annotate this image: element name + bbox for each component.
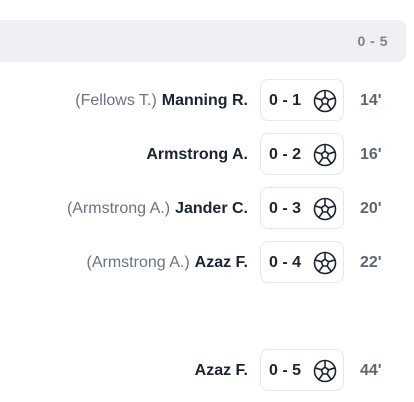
goal-minute: 22': [360, 254, 382, 271]
goal-score: 0 - 4: [269, 254, 302, 271]
goal-players: (Armstrong A.) Azaz F.: [87, 253, 248, 273]
assist-player[interactable]: (Fellows T.): [75, 92, 157, 109]
period-header: 0 - 5: [0, 20, 406, 62]
scorer-player[interactable]: Azaz F.: [195, 362, 248, 379]
goal-event-row: (Armstrong A.) Azaz F. 0 - 4 22': [0, 241, 414, 285]
goal-score-badge: 0 - 5: [260, 349, 344, 391]
goal-minute: 44': [360, 362, 382, 379]
goal-players: (Armstrong A.) Jander C.: [67, 199, 248, 219]
scorer-player[interactable]: Armstrong A.: [146, 146, 248, 163]
goal-event-row: Armstrong A. 0 - 2 16': [0, 133, 414, 177]
soccer-ball-icon: [313, 89, 337, 113]
goal-score-badge: 0 - 1: [260, 79, 344, 121]
goal-players: (Fellows T.) Manning R.: [75, 91, 248, 111]
goal-event-row: (Fellows T.) Manning R. 0 - 1 14': [0, 79, 414, 123]
soccer-ball-icon: [313, 359, 337, 383]
goal-score: 0 - 3: [269, 200, 302, 217]
goal-score: 0 - 2: [269, 146, 302, 163]
goal-event-row: Azaz F. 0 - 5 44': [0, 349, 414, 393]
goal-score: 0 - 5: [269, 362, 302, 379]
period-score: 0 - 5: [357, 33, 388, 49]
scorer-player[interactable]: Azaz F.: [195, 254, 248, 271]
goal-minute: 20': [360, 200, 382, 217]
goal-score-badge: 0 - 4: [260, 241, 344, 283]
soccer-ball-icon: [313, 251, 337, 275]
goal-score-badge: 0 - 2: [260, 133, 344, 175]
goal-event-row: (Armstrong A.) Jander C. 0 - 3 20': [0, 187, 414, 231]
goal-players: Armstrong A.: [146, 145, 248, 165]
goal-players: Azaz F.: [195, 361, 248, 381]
goal-minute: 14': [360, 92, 382, 109]
goal-score: 0 - 1: [269, 92, 302, 109]
assist-player[interactable]: (Armstrong A.): [87, 254, 190, 271]
goal-score-badge: 0 - 3: [260, 187, 344, 229]
soccer-ball-icon: [313, 143, 337, 167]
scorer-player[interactable]: Jander C.: [175, 200, 248, 217]
soccer-ball-icon: [313, 197, 337, 221]
goal-minute: 16': [360, 146, 382, 163]
assist-player[interactable]: (Armstrong A.): [67, 200, 170, 217]
scorer-player[interactable]: Manning R.: [162, 92, 248, 109]
